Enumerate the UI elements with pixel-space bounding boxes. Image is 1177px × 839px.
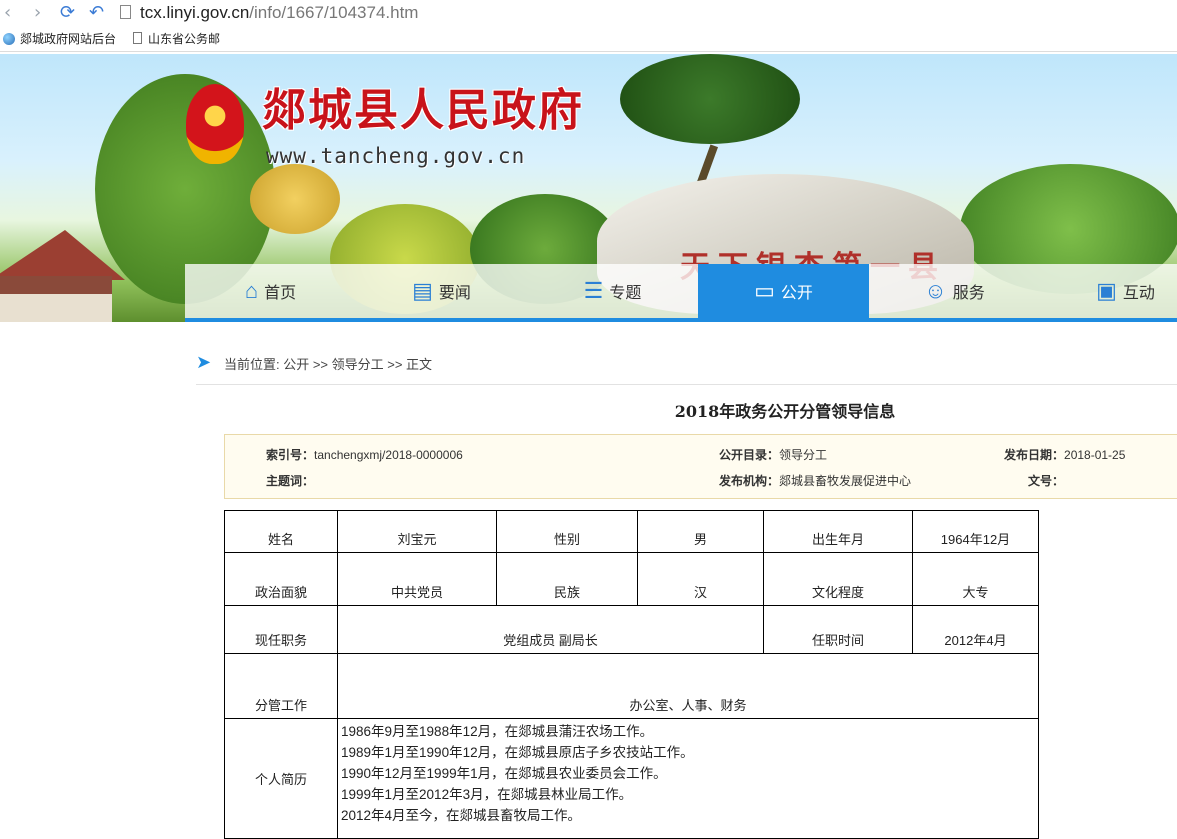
name-value: 刘宝元	[337, 510, 497, 553]
org-label: 发布机构：	[719, 474, 780, 488]
pine-tree-image	[620, 54, 800, 144]
article-title: 2018年政务公开分管领导信息	[674, 402, 896, 421]
nav-label: 公开	[780, 285, 813, 302]
resume-line: 1999年1月至2012年3月，在郯城县林业局工作。	[341, 787, 633, 802]
profile-table: 姓名 刘宝元 性别 男 出生年月 1964年12月 政治面貌 中共党员 民族 汉…	[224, 510, 1039, 839]
site-title: 郯城县人民政府	[262, 85, 584, 136]
keywords-label: 主题词：	[266, 474, 315, 488]
nav-topics[interactable]: ☰ 专题	[527, 264, 698, 318]
table-row: 姓名 刘宝元 性别 男 出生年月 1964年12月	[224, 510, 1039, 553]
chat-icon: ▣	[1096, 278, 1117, 303]
nav-label: 服务	[952, 285, 985, 302]
org-value: 郯城县畜牧发展促进中心	[779, 474, 912, 488]
nav-label: 首页	[264, 285, 297, 302]
site-url: www.tancheng.gov.cn	[266, 144, 526, 168]
index-value: tanchengxmj/2018-0000006	[314, 448, 463, 462]
undo-icon[interactable]: ↶	[89, 3, 104, 23]
gender-value: 男	[637, 510, 764, 553]
paper-plane-icon: ➤	[196, 352, 212, 373]
document-meta: 索引号：tanchengxmj/2018-0000006 公开目录：领导分工 发…	[224, 434, 1177, 499]
table-row: 现任职务 党组成员 副局长 任职时间 2012年4月	[224, 605, 1039, 654]
resume-line: 1990年12月至1999年1月，在郯城县农业委员会工作。	[341, 766, 667, 781]
date-value: 2018-01-25	[1064, 448, 1126, 462]
main-nav: ⌂ 首页 ▤ 要闻 ☰ 专题 ▭ 公开 ☺ 服务 ▣ 互动	[185, 264, 1177, 322]
document-icon	[133, 32, 142, 44]
duty-value: 办公室、人事、财务	[337, 653, 1039, 719]
docno-label: 文号：	[1028, 474, 1065, 488]
list-icon: ☰	[583, 278, 604, 303]
resume-line: 2012年4月至今，在郯城县畜牧局工作。	[341, 808, 582, 823]
resume-line: 1989年1月至1990年12月，在郯城县原店子乡农技站工作。	[341, 745, 694, 760]
nav-public[interactable]: ▭ 公开	[698, 264, 869, 318]
user-icon: ☺	[924, 278, 947, 303]
forward-icon[interactable]: ›	[34, 3, 41, 23]
table-row: 个人简历 1986年9月至1988年12月，在郯城县蒲汪农场工作。 1989年1…	[224, 718, 1039, 839]
date-label: 发布日期：	[1004, 448, 1065, 462]
catalog-label: 公开目录：	[719, 448, 780, 462]
birth-value: 1964年12月	[912, 510, 1039, 553]
divider	[196, 384, 1177, 385]
url-host: tcx.linyi.gov.cn	[140, 3, 250, 22]
party-label: 政治面貌	[224, 552, 338, 606]
nav-label: 专题	[609, 285, 642, 302]
page-icon	[120, 5, 131, 19]
index-label: 索引号：	[266, 448, 315, 462]
bookmark-mail[interactable]: 山东省公务邮	[148, 32, 220, 47]
resume-value: 1986年9月至1988年12月，在郯城县蒲汪农场工作。 1989年1月至199…	[337, 718, 1039, 839]
browser-toolbar: ‹ › ⟳ ↶ tcx.linyi.gov.cn/info/1667/10437…	[0, 0, 1177, 27]
nav-news[interactable]: ▤ 要闻	[356, 264, 527, 318]
pavilion	[0, 276, 112, 322]
tree-image	[250, 164, 340, 234]
home-icon: ⌂	[244, 278, 259, 303]
resume-label: 个人简历	[224, 718, 338, 839]
globe-icon	[3, 33, 15, 45]
back-icon[interactable]: ‹	[4, 3, 11, 23]
edu-label: 文化程度	[763, 552, 913, 606]
refresh-icon[interactable]: ⟳	[60, 3, 75, 23]
url-path: /info/1667/104374.htm	[249, 3, 419, 22]
duty-label: 分管工作	[224, 653, 338, 719]
bookmarks-bar: 郯城政府网站后台 山东省公务邮	[0, 27, 1177, 52]
position-label: 现任职务	[224, 605, 338, 654]
table-row: 政治面貌 中共党员 民族 汉 文化程度 大专	[224, 552, 1039, 606]
breadcrumb: 当前位置: 公开 >> 领导分工 >> 正文	[224, 357, 433, 372]
address-bar[interactable]: tcx.linyi.gov.cn/info/1667/104374.htm	[140, 2, 418, 24]
since-value: 2012年4月	[912, 605, 1039, 654]
national-emblem-icon	[186, 84, 244, 164]
nav-label: 互动	[1122, 285, 1155, 302]
birth-label: 出生年月	[763, 510, 913, 553]
party-value: 中共党员	[337, 552, 497, 606]
nav-label: 要闻	[438, 285, 471, 302]
news-icon: ▤	[412, 278, 433, 303]
ethnic-label: 民族	[496, 552, 638, 606]
catalog-value[interactable]: 领导分工	[779, 448, 827, 462]
pavilion-roof	[0, 230, 125, 280]
nav-home[interactable]: ⌂ 首页	[185, 264, 356, 318]
edu-value: 大专	[912, 552, 1039, 606]
gender-label: 性别	[496, 510, 638, 553]
name-label: 姓名	[224, 510, 338, 553]
nav-interaction[interactable]: ▣ 互动	[1040, 264, 1177, 318]
bookmark-admin[interactable]: 郯城政府网站后台	[20, 32, 116, 47]
position-value: 党组成员 副局长	[337, 605, 764, 654]
folder-icon: ▭	[754, 278, 775, 303]
since-label: 任职时间	[763, 605, 913, 654]
nav-services[interactable]: ☺ 服务	[869, 264, 1040, 318]
ethnic-value: 汉	[637, 552, 764, 606]
resume-line: 1986年9月至1988年12月，在郯城县蒲汪农场工作。	[341, 724, 654, 739]
table-row: 分管工作 办公室、人事、财务	[224, 653, 1039, 719]
